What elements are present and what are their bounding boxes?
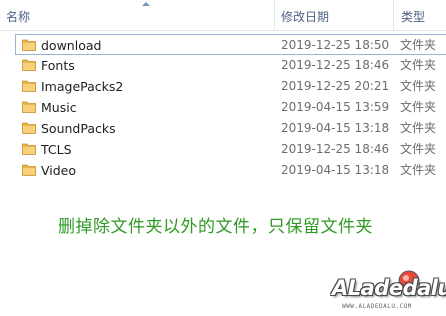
file-name: download <box>41 38 102 53</box>
folder-icon <box>22 39 36 51</box>
sort-ascending-icon <box>142 2 150 6</box>
file-modified-date: 2019-12-25 20:21 <box>281 79 390 93</box>
file-row[interactable]: Music 2019-04-15 13:59 文件夹 <box>16 97 446 117</box>
file-modified-date: 2019-12-25 18:46 <box>281 142 390 156</box>
column-header-bar: 名称 修改日期 类型 <box>0 0 446 31</box>
file-name: Fonts <box>41 58 75 73</box>
file-row[interactable]: Video 2019-04-15 13:18 文件夹 <box>16 160 446 180</box>
file-row[interactable]: ImagePacks2 2019-12-25 20:21 文件夹 <box>16 76 446 96</box>
file-modified-date: 2019-04-15 13:59 <box>281 100 390 114</box>
file-type: 文件夹 <box>400 79 437 93</box>
file-type: 文件夹 <box>400 38 437 52</box>
file-modified-date: 2019-04-15 13:18 <box>281 121 390 135</box>
file-row[interactable]: SoundPacks 2019-04-15 13:18 文件夹 <box>16 118 446 138</box>
file-type: 文件夹 <box>400 58 437 72</box>
file-type: 文件夹 <box>400 142 437 156</box>
column-separator[interactable] <box>393 0 394 30</box>
watermark-logo: ALadedalu WWW.ALADEDALU.COM <box>318 266 446 316</box>
file-row[interactable]: Fonts 2019-12-25 18:46 文件夹 <box>16 55 446 75</box>
column-header-name[interactable]: 名称 <box>6 0 30 30</box>
file-modified-date: 2019-04-15 13:18 <box>281 163 390 177</box>
file-type: 文件夹 <box>400 121 437 135</box>
logo-text: ALadedalu <box>332 276 446 300</box>
folder-icon <box>22 59 36 71</box>
column-separator[interactable] <box>274 0 275 30</box>
file-type: 文件夹 <box>400 163 437 177</box>
logo-url-text: WWW.ALADEDALU.COM <box>342 303 412 310</box>
column-header-type[interactable]: 类型 <box>401 0 425 30</box>
file-name: Music <box>41 100 77 115</box>
file-name: SoundPacks <box>41 121 116 136</box>
folder-icon <box>22 143 36 155</box>
folder-icon <box>22 122 36 134</box>
file-modified-date: 2019-12-25 18:50 <box>281 38 390 52</box>
file-name: Video <box>41 163 77 178</box>
folder-icon <box>22 101 36 113</box>
file-type: 文件夹 <box>400 100 437 114</box>
file-name: ImagePacks2 <box>41 79 124 94</box>
file-name: TCLS <box>41 142 72 157</box>
instruction-caption: 删掉除文件夹以外的文件，只保留文件夹 <box>58 217 373 237</box>
column-header-date[interactable]: 修改日期 <box>281 0 329 30</box>
file-modified-date: 2019-12-25 18:46 <box>281 58 390 72</box>
file-row[interactable]: TCLS 2019-12-25 18:46 文件夹 <box>16 139 446 159</box>
file-row[interactable]: download 2019-12-25 18:50 文件夹 <box>15 34 446 55</box>
folder-icon <box>22 80 36 92</box>
folder-icon <box>22 164 36 176</box>
